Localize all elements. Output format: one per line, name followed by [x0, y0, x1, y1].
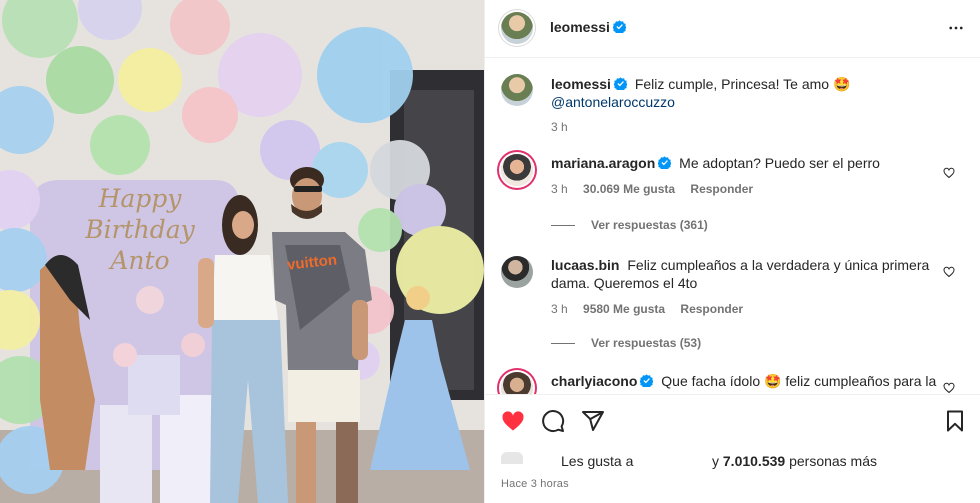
post-timestamp[interactable]: Hace 3 horas	[501, 478, 569, 490]
comment-body: lucaas.bin Feliz cumpleaños a la verdade…	[551, 256, 937, 292]
more-horizontal-icon[interactable]	[947, 19, 965, 37]
commenter-avatar[interactable]	[501, 154, 533, 186]
comment-username[interactable]: charlyiacono	[551, 373, 637, 389]
view-replies-button[interactable]: Ver respuestas (361)	[551, 218, 708, 232]
author-avatar[interactable]	[501, 12, 533, 44]
comment-likes-count[interactable]: 30.069 Me gusta	[583, 182, 675, 196]
comment-username[interactable]: mariana.aragon	[551, 155, 655, 171]
backdrop-text-line: Birthday	[85, 215, 195, 244]
caption-body: leomessi Feliz cumple, Princesa! Te amo …	[551, 75, 937, 111]
comment-reply-button[interactable]: Responder	[690, 182, 753, 196]
photo-illustration	[0, 0, 484, 503]
comment-meta: 3 h 30.069 Me gusta Responder	[551, 182, 765, 196]
author-username-text[interactable]: leomessi	[550, 19, 610, 35]
commenter-avatar[interactable]	[501, 372, 533, 394]
comment-like-heart-icon[interactable]	[943, 382, 955, 394]
comment-time[interactable]: 3 h	[551, 182, 568, 196]
bookmark-icon[interactable]	[943, 409, 967, 433]
heart-filled-icon[interactable]	[501, 409, 525, 433]
comment-item: mariana.aragon Me adoptan? Puedo ser el …	[501, 154, 965, 244]
verified-badge-icon	[613, 77, 627, 90]
comment-item: lucaas.bin Feliz cumpleaños a la verdade…	[501, 256, 965, 356]
caption-author-avatar[interactable]	[501, 74, 533, 106]
author-username[interactable]: leomessi	[550, 19, 626, 35]
verified-badge-icon	[612, 20, 626, 33]
comment-like-heart-icon[interactable]	[943, 167, 955, 179]
backdrop-text-line: Happy	[98, 184, 182, 213]
comment-text: Me adoptan? Puedo ser el perro	[679, 155, 880, 171]
comment-reply-button[interactable]: Responder	[680, 302, 743, 316]
send-icon[interactable]	[581, 409, 605, 433]
comment-likes-count[interactable]: 9580 Me gusta	[583, 302, 665, 316]
caption-time[interactable]: 3 h	[551, 120, 568, 134]
verified-badge-icon	[658, 156, 672, 169]
post-photo[interactable]: Happy Birthday Anto vuitton	[0, 0, 484, 503]
caption-text: Feliz cumple, Princesa! Te amo 🤩	[634, 76, 851, 92]
caption-mention-link[interactable]: @antonelaroccuzzo	[551, 94, 675, 110]
liker-avatar[interactable]	[501, 452, 523, 464]
likes-others[interactable]: y 7.010.539 personas más	[712, 453, 877, 469]
commenter-avatar[interactable]	[501, 256, 533, 288]
verified-badge-icon	[640, 374, 654, 387]
comment-item: charlyiacono Que facha ídolo 🤩 feliz cum…	[501, 372, 965, 394]
post-detail-panel: leomessi leomessi Feliz cumple, Princesa…	[484, 0, 980, 503]
view-replies-label[interactable]: Ver respuestas (53)	[591, 336, 701, 350]
liker-username-placeholder[interactable]	[633, 453, 703, 467]
comment-time[interactable]: 3 h	[551, 302, 568, 316]
post-action-bar	[485, 394, 980, 448]
likes-others-label[interactable]: personas más	[789, 453, 877, 469]
view-replies-label[interactable]: Ver respuestas (361)	[591, 218, 708, 232]
comment-body: charlyiacono Que facha ídolo 🤩 feliz cum…	[551, 372, 937, 390]
post-header: leomessi	[485, 0, 980, 58]
caption-meta: 3 h	[551, 120, 580, 134]
comment-text: Que facha ídolo 🤩 feliz cumpleaños para …	[661, 373, 937, 389]
comments-list[interactable]: leomessi Feliz cumple, Princesa! Te amo …	[485, 58, 980, 394]
replies-divider-line	[551, 224, 575, 226]
comment-like-heart-icon[interactable]	[943, 266, 955, 278]
comment-icon[interactable]	[541, 409, 565, 433]
comment-body: mariana.aragon Me adoptan? Puedo ser el …	[551, 154, 937, 172]
comment-username[interactable]: lucaas.bin	[551, 257, 619, 273]
comment-meta: 3 h 9580 Me gusta Responder	[551, 302, 755, 316]
likes-prefix: Les gusta a	[561, 453, 634, 469]
likes-count[interactable]: 7.010.539	[723, 453, 785, 469]
replies-divider-line	[551, 342, 575, 344]
backdrop-text-line: Anto	[110, 246, 170, 275]
likes-summary: Les gusta a y 7.010.539 personas más	[501, 448, 965, 474]
view-replies-button[interactable]: Ver respuestas (53)	[551, 336, 701, 350]
caption-username[interactable]: leomessi	[551, 76, 611, 92]
post-caption: leomessi Feliz cumple, Princesa! Te amo …	[501, 74, 965, 154]
